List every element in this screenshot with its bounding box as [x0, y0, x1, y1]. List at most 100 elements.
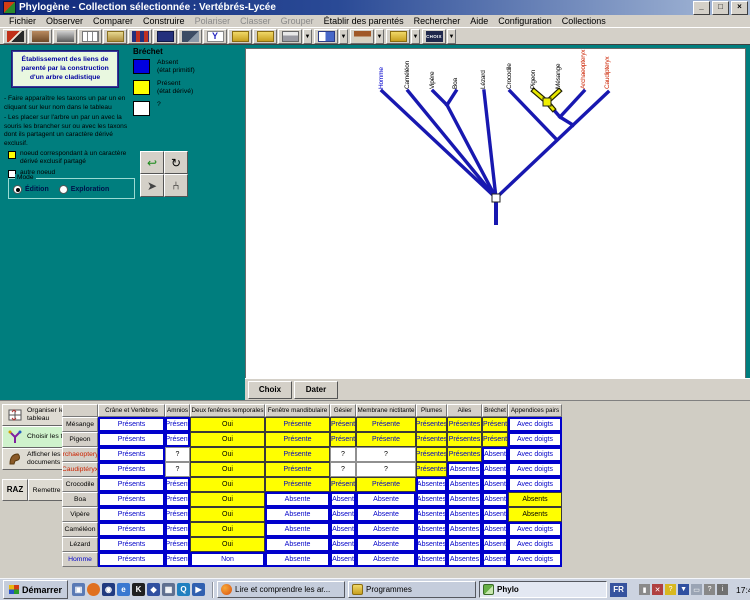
tool-branch-fan-icon[interactable]: ⑃ [164, 174, 188, 197]
taxon-label-homme[interactable]: Homme [378, 67, 385, 89]
media-player-icon[interactable]: ◉ [102, 583, 115, 596]
taxon-label-lezard[interactable]: Lézard [480, 70, 487, 89]
mouse-help-icon[interactable]: ? [704, 584, 715, 595]
maximize-button[interactable]: □ [712, 1, 729, 15]
taxon-button-vipere[interactable]: Vipère [62, 507, 98, 522]
taxon-label-archaeopteryx[interactable]: Archaeopteryx [580, 50, 587, 89]
menu-collections[interactable]: Collections [557, 16, 611, 26]
toolbar-button-folder-open-icon[interactable] [253, 29, 277, 44]
folder-icon-dropdown[interactable]: ▼ [411, 29, 420, 44]
activity-goal-box: Établissement des liens de parenté par l… [12, 51, 118, 87]
ie-icon[interactable]: e [117, 583, 130, 596]
start-button[interactable]: Démarrer [3, 580, 68, 599]
cell: Absentes [416, 507, 447, 522]
taxon-label-cameleon[interactable]: Caméléon [404, 61, 411, 89]
minimize-button[interactable]: _ [693, 1, 710, 15]
toolbar-button-grid-table-icon[interactable] [78, 29, 102, 44]
menu-etablir-des-parentes[interactable]: Établir des parentés [319, 16, 409, 26]
taxon-button-lezard[interactable]: Lézard [62, 537, 98, 552]
language-indicator[interactable]: FR [610, 583, 627, 597]
firefox-icon[interactable] [87, 583, 100, 596]
cell: Présentes [416, 432, 447, 447]
menu-aide[interactable]: Aide [465, 16, 493, 26]
taxon-button-mesange[interactable]: Mésange [62, 417, 98, 432]
menu-configuration[interactable]: Configuration [493, 16, 557, 26]
taxon-button-pigeon[interactable]: Pigeon [62, 432, 98, 447]
tree-canvas[interactable]: Homme Caméléon Vipère Boa Lézard Crocodile Pig… [245, 48, 746, 380]
display-icon[interactable]: ▭ [691, 584, 702, 595]
close-button[interactable]: × [731, 1, 748, 15]
column-header-plumes: Plumes [416, 404, 447, 417]
raz-button[interactable]: RAZ [2, 479, 28, 501]
taxon-label-crocodile[interactable]: Crocodile [506, 63, 513, 89]
play-icon[interactable]: ▶ [192, 583, 205, 596]
taxon-button-crocodile[interactable]: Crocodile [62, 477, 98, 492]
toolbar-button-matrix-icon[interactable] [128, 29, 152, 44]
image-icon [182, 31, 199, 42]
messenger-icon[interactable]: ? [665, 584, 676, 595]
taxon-button-homme[interactable]: Homme [62, 552, 98, 567]
cell: Présents [98, 447, 165, 462]
grid-window-icon[interactable]: ▦ [162, 583, 175, 596]
toolbar-button-folder-edit-icon[interactable] [228, 29, 252, 44]
tab-dater[interactable]: Dater [294, 381, 338, 399]
taxon-button-archaeopteryx[interactable]: Archaeopteryx [62, 447, 98, 462]
print-icon-dropdown[interactable]: ▼ [303, 29, 312, 44]
toolbar-button-copy-window-icon[interactable] [314, 29, 338, 44]
taxon-label-pigeon[interactable]: Pigeon [530, 70, 537, 89]
device-icon[interactable]: ▮ [639, 584, 650, 595]
pointer-k-icon[interactable]: K [132, 583, 145, 596]
app-icon [3, 1, 16, 14]
update-icon[interactable]: i [717, 584, 728, 595]
toolbar-button-specimens-butterfly-icon[interactable] [3, 29, 27, 44]
toolbar-button-window-icon[interactable] [153, 29, 177, 44]
mode-radio-exploration[interactable]: Exploration [59, 185, 110, 194]
taxon-label-mesange[interactable]: Mésange [555, 64, 562, 89]
node-legend-item: noeud correspondant à un caractère dériv… [8, 150, 133, 166]
mode-radio-edition[interactable]: Édition [13, 185, 49, 194]
toolbar-button-stamp-icon[interactable] [350, 29, 374, 44]
menu-polariser[interactable]: Polariser [190, 16, 236, 26]
task-programmes[interactable]: Programmes [348, 581, 476, 598]
choix-icon-dropdown[interactable]: ▼ [447, 29, 456, 44]
quicktime-icon[interactable]: Q [177, 583, 190, 596]
toolbar-button-image-icon[interactable] [178, 29, 202, 44]
taxon-button-cameleon[interactable]: Caméléon [62, 522, 98, 537]
toolbar-button-folder-icon[interactable] [386, 29, 410, 44]
toolbar-button-photo-observe-icon[interactable] [53, 29, 77, 44]
menu-grouper[interactable]: Grouper [276, 16, 319, 26]
menu-construire[interactable]: Construire [138, 16, 190, 26]
menu-comparer[interactable]: Comparer [88, 16, 138, 26]
cell: Présent [165, 537, 190, 552]
shield-icon[interactable]: ▼ [678, 584, 689, 595]
toolbar-button-tree-icon[interactable]: Y [203, 29, 227, 44]
tab-choix[interactable]: Choix [248, 381, 292, 399]
toolbar-button-build-icon[interactable] [103, 29, 127, 44]
copy-window-icon-dropdown[interactable]: ▼ [339, 29, 348, 44]
tool-rotate-icon[interactable]: ↻ [164, 151, 188, 174]
cell: Présents [98, 477, 165, 492]
toolbar-button-choix-icon[interactable]: CHOIX [422, 29, 446, 44]
state-label: Absent(état primitif) [157, 59, 195, 76]
toolbar-button-photo-compare-icon[interactable] [28, 29, 52, 44]
mouse-alert-icon[interactable]: ✕ [652, 584, 663, 595]
stamp-icon-dropdown[interactable]: ▼ [375, 29, 384, 44]
menu-classer[interactable]: Classer [235, 16, 276, 26]
taxon-button-caudipteryx[interactable]: Caudiptéryx [62, 462, 98, 477]
task-lire-et-comprendre-les-ar-[interactable]: Lire et comprendre les ar... [217, 581, 345, 598]
cell: Présentes [416, 462, 447, 477]
menu-fichier[interactable]: Fichier [4, 16, 41, 26]
tool-undo-icon[interactable]: ↩ [140, 151, 164, 174]
taxon-label-boa[interactable]: Boa [452, 78, 459, 89]
tool-select-cursor-icon[interactable]: ➤ [140, 174, 164, 197]
toolbar-button-print-icon[interactable] [278, 29, 302, 44]
window-title: Phylogène - Collection sélectionnée : Ve… [19, 2, 276, 13]
show-desktop-icon[interactable]: ▣ [72, 583, 85, 596]
taxon-label-caudipteryx[interactable]: Caudipteryx [604, 57, 611, 89]
task-phylo[interactable]: Phylo [479, 581, 607, 598]
taxon-label-vipere[interactable]: Vipère [429, 72, 436, 89]
paint-icon[interactable]: ◆ [147, 583, 160, 596]
menu-rechercher[interactable]: Rechercher [409, 16, 466, 26]
taxon-button-boa[interactable]: Boa [62, 492, 98, 507]
menu-observer[interactable]: Observer [41, 16, 88, 26]
